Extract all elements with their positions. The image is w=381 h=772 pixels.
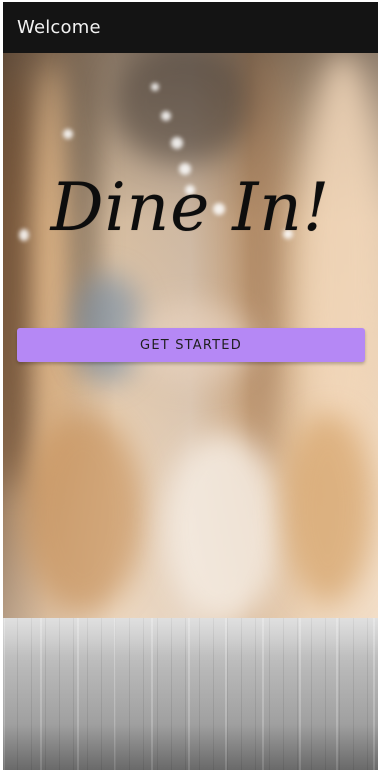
wood-tabletop: [3, 618, 378, 770]
background-image: [3, 53, 378, 770]
app-bar: Welcome: [3, 2, 378, 53]
hero-title: Dine In!: [50, 169, 331, 246]
app-bar-title: Welcome: [17, 17, 101, 38]
app-screen: Welcome Dine In! GET STARTED: [3, 2, 378, 770]
get-started-button[interactable]: GET STARTED: [17, 328, 365, 362]
